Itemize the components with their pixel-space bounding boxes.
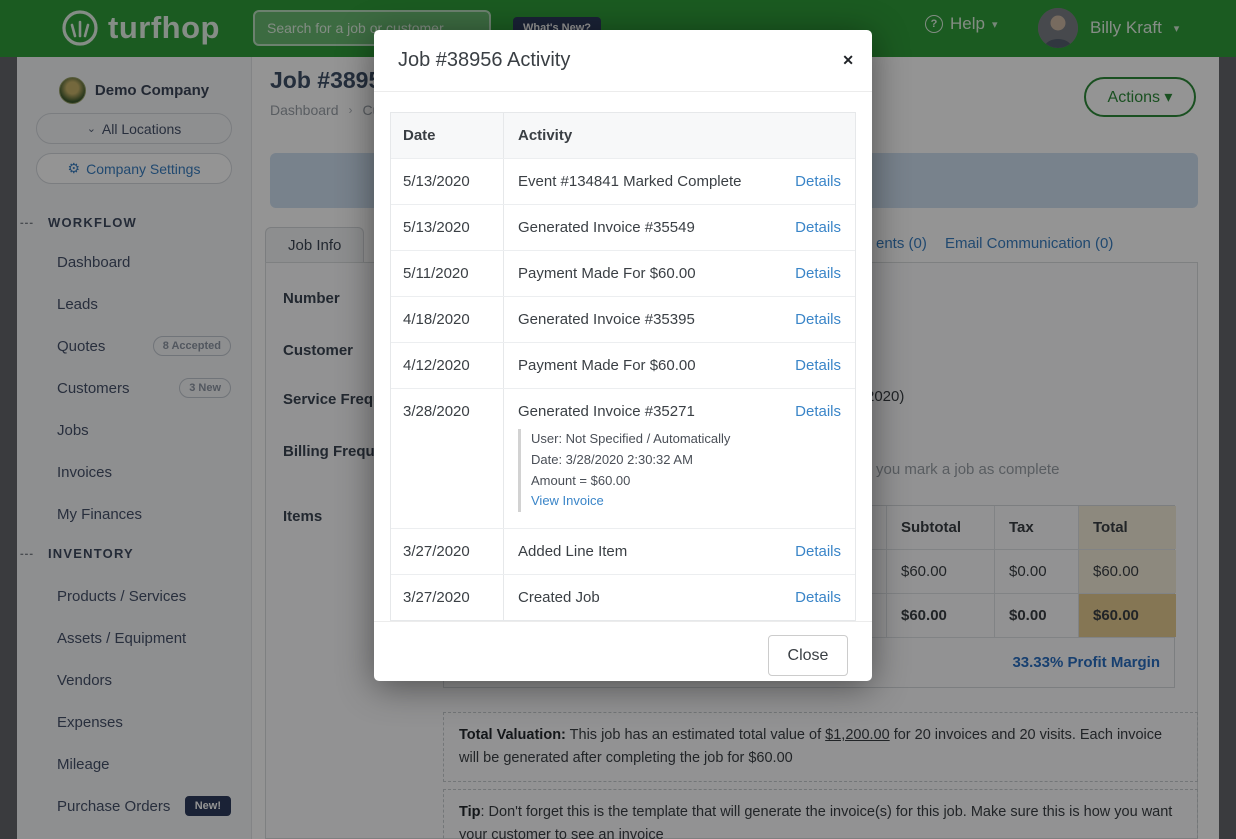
activity-row: 3/27/2020 Created Job Details <box>391 574 855 620</box>
activity-text: Event #134841 Marked Complete <box>518 173 785 190</box>
details-link[interactable]: Details <box>785 265 841 282</box>
detail-amount: Amount = $60.00 <box>531 471 841 492</box>
modal-header: Job #38956 Activity ✕ <box>374 30 872 92</box>
detail-user: User: Not Specified / Automatically <box>531 429 841 450</box>
details-link[interactable]: Details <box>785 357 841 374</box>
activity-date: 3/28/2020 <box>391 389 504 528</box>
activity-row: 3/27/2020 Added Line Item Details <box>391 528 855 574</box>
activity-date: 5/11/2020 <box>391 251 504 296</box>
activity-row: 5/13/2020 Generated Invoice #35549 Detai… <box>391 204 855 250</box>
details-link[interactable]: Details <box>785 403 841 420</box>
activity-detail-block: User: Not Specified / Automatically Date… <box>518 429 841 512</box>
activity-row: 4/12/2020 Payment Made For $60.00 Detail… <box>391 342 855 388</box>
activity-text: Generated Invoice #35395 <box>518 311 785 328</box>
details-link[interactable]: Details <box>785 543 841 560</box>
activity-text: Added Line Item <box>518 543 785 560</box>
details-link[interactable]: Details <box>785 173 841 190</box>
activity-row: 5/11/2020 Payment Made For $60.00 Detail… <box>391 250 855 296</box>
modal-body: Date Activity 5/13/2020 Event #134841 Ma… <box>374 92 872 621</box>
activity-date: 3/27/2020 <box>391 529 504 574</box>
activity-row-expanded: 3/28/2020 Generated Invoice #35271 Detai… <box>391 388 855 528</box>
close-icon[interactable]: ✕ <box>842 52 854 69</box>
app-window: turfhop What's New? ? Help ▾ Billy Kraft… <box>0 0 1236 839</box>
activity-text: Generated Invoice #35271 <box>518 403 785 420</box>
view-invoice-link[interactable]: View Invoice <box>531 493 604 508</box>
activity-text: Created Job <box>518 589 785 606</box>
activity-table-header: Date Activity <box>391 113 855 158</box>
modal-title: Job #38956 Activity <box>398 49 848 72</box>
details-link[interactable]: Details <box>785 589 841 606</box>
activity-text: Payment Made For $60.00 <box>518 265 785 282</box>
close-button[interactable]: Close <box>768 635 848 676</box>
activity-date: 4/18/2020 <box>391 297 504 342</box>
col-header-date: Date <box>391 113 504 158</box>
activity-date: 5/13/2020 <box>391 205 504 250</box>
activity-date: 3/27/2020 <box>391 575 504 620</box>
activity-text: Payment Made For $60.00 <box>518 357 785 374</box>
detail-date: Date: 3/28/2020 2:30:32 AM <box>531 450 841 471</box>
details-link[interactable]: Details <box>785 219 841 236</box>
details-link[interactable]: Details <box>785 311 841 328</box>
activity-text: Generated Invoice #35549 <box>518 219 785 236</box>
col-header-activity: Activity <box>504 113 855 158</box>
activity-table: Date Activity 5/13/2020 Event #134841 Ma… <box>390 112 856 621</box>
activity-date: 5/13/2020 <box>391 159 504 204</box>
activity-row: 5/13/2020 Event #134841 Marked Complete … <box>391 158 855 204</box>
modal-footer: Close <box>374 621 872 689</box>
activity-row: 4/18/2020 Generated Invoice #35395 Detai… <box>391 296 855 342</box>
activity-date: 4/12/2020 <box>391 343 504 388</box>
job-activity-modal: Job #38956 Activity ✕ Date Activity 5/13… <box>374 30 872 681</box>
